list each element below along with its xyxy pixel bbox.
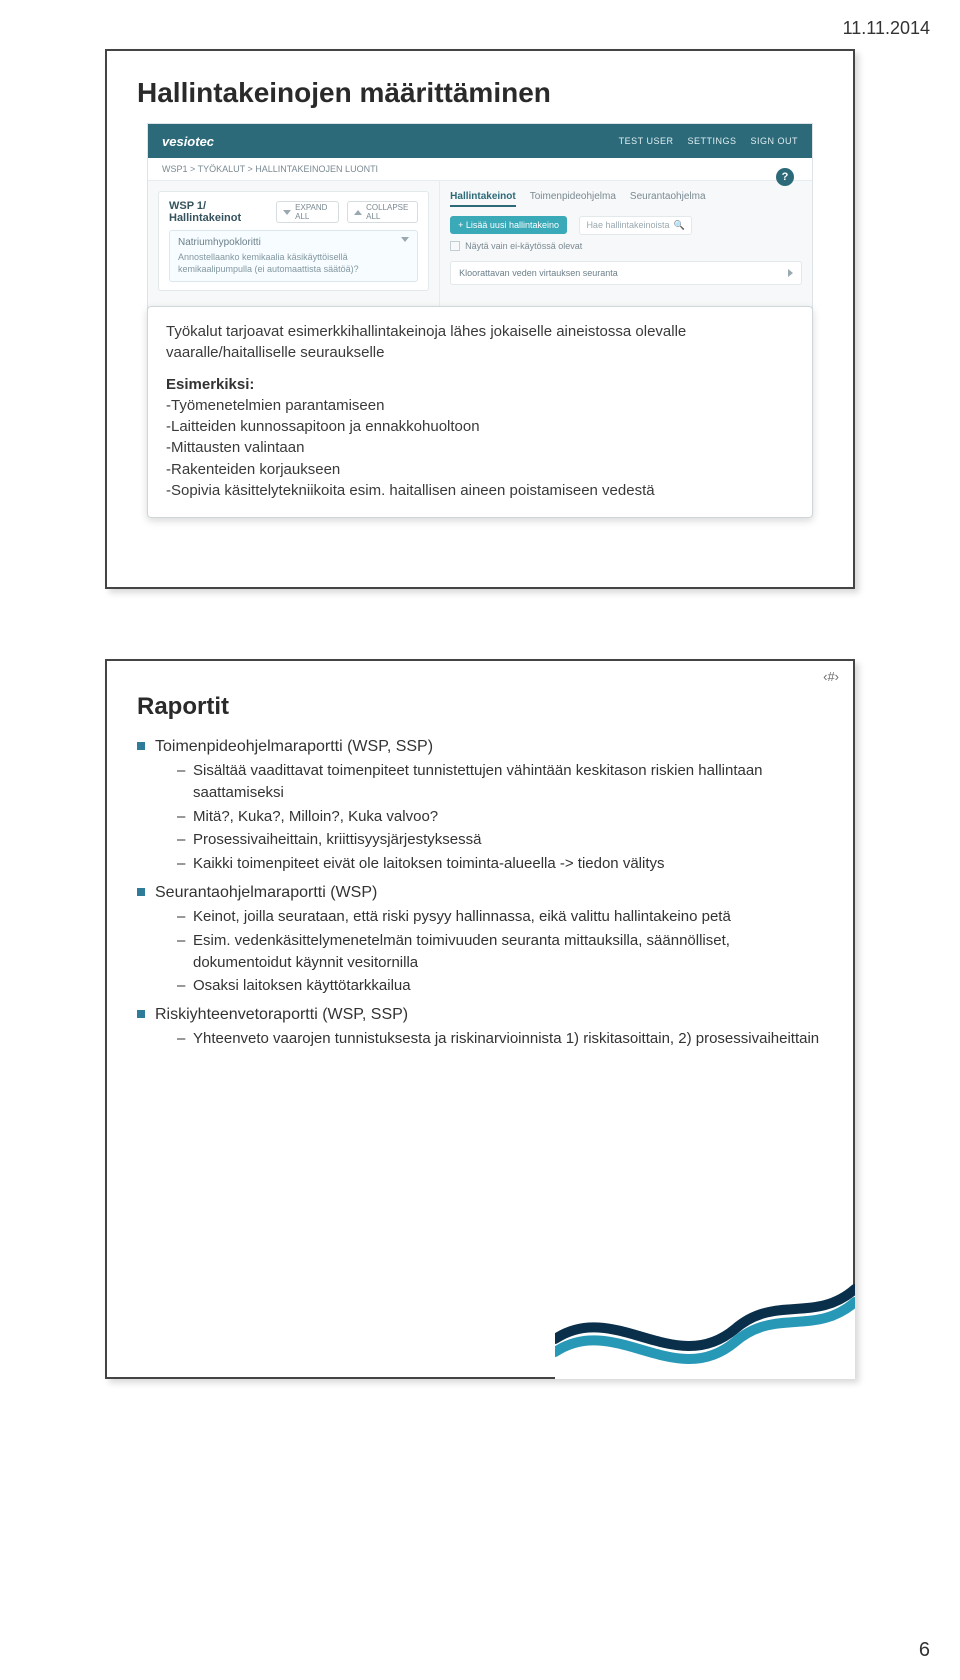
sub-item: Prosessivaiheittain, kriittisyysjärjesty…: [177, 829, 823, 851]
sub-item: Sisältää vaadittavat toimenpiteet tunnis…: [177, 760, 823, 804]
chevron-down-icon: [283, 210, 291, 215]
collapse-all-button[interactable]: COLLAPSE ALL: [347, 201, 418, 223]
callout-head: Esimerkiksi:: [166, 376, 254, 393]
search-input[interactable]: Hae hallintakeinoista 🔍: [579, 216, 691, 235]
subcard-text: Annostellaanko kemikaalia käsikäyttöisel…: [178, 252, 409, 275]
callout-body: -Työmenetelmien parantamiseen -Laitteide…: [166, 397, 655, 499]
app-topbar-right: TEST USER SETTINGS SIGN OUT: [619, 136, 798, 146]
slide-1: Hallintakeinojen määrittäminen vesiotec …: [105, 49, 855, 589]
slide-number-placeholder: ‹#›: [823, 669, 839, 684]
subcard[interactable]: Natriumhypokloritti Annostellaanko kemik…: [169, 230, 418, 282]
card-title: WSP 1/ Hallintakeinot: [169, 200, 260, 224]
bullet-item: Riskiyhteenvetoraportti (WSP, SSP) Yhtee…: [137, 1003, 823, 1050]
tab-hallintakeinot[interactable]: Hallintakeinot: [450, 191, 516, 207]
sub-item: Keinot, joilla seurataan, että riski pys…: [177, 906, 823, 928]
tab-seurantaohjelma[interactable]: Seurantaohjelma: [630, 191, 706, 207]
slide-1-title: Hallintakeinojen määrittäminen: [137, 77, 823, 109]
subcard-title: Natriumhypokloritti: [178, 237, 409, 248]
report-list: Toimenpideohjelmaraportti (WSP, SSP) Sis…: [137, 735, 823, 1050]
breadcrumb: WSP1 > TYÖKALUT > HALLINTAKEINOJEN LUONT…: [148, 158, 812, 181]
tab-toimenpideohjelma[interactable]: Toimenpideohjelma: [530, 191, 616, 207]
wave-decoration: [555, 1269, 855, 1379]
topbar-settings[interactable]: SETTINGS: [687, 136, 736, 146]
sub-item: Yhteenveto vaarojen tunnistuksesta ja ri…: [177, 1028, 823, 1050]
sub-item: Mitä?, Kuka?, Milloin?, Kuka valvoo?: [177, 806, 823, 828]
list-item[interactable]: Kloorattavan veden virtauksen seuranta: [450, 261, 802, 285]
search-icon: 🔍: [674, 220, 685, 231]
callout-p2: Esimerkiksi: -Työmenetelmien parantamise…: [166, 374, 794, 502]
sub-item: Esim. vedenkäsittelymenetelmän toimivuud…: [177, 930, 823, 974]
page: 11.11.2014 Hallintakeinojen määrittämine…: [0, 0, 960, 1680]
tabs: Hallintakeinot Toimenpideohjelma Seurant…: [450, 191, 802, 207]
add-hallintakeino-button[interactable]: + Lisää uusi hallintakeino: [450, 216, 567, 234]
bullet-item: Seurantaohjelmaraportti (WSP) Keinot, jo…: [137, 881, 823, 997]
help-icon[interactable]: ?: [776, 168, 794, 186]
topbar-user[interactable]: TEST USER: [619, 136, 674, 146]
filter-checkbox-row[interactable]: Näytä vain ei-käytössä olevat: [450, 241, 802, 251]
header-date: 11.11.2014: [30, 18, 930, 39]
slide-2: ‹#› Raportit Toimenpideohjelmaraportti (…: [105, 659, 855, 1379]
sub-item: Kaikki toimenpiteet eivät ole laitoksen …: [177, 853, 823, 875]
topbar-signout[interactable]: SIGN OUT: [750, 136, 798, 146]
slide-2-title: Raportit: [137, 693, 823, 721]
chevron-right-icon: [788, 269, 793, 277]
app-logo: vesiotec: [162, 134, 214, 149]
bullet-item: Toimenpideohjelmaraportti (WSP, SSP) Sis…: [137, 735, 823, 875]
sub-item: Osaksi laitoksen käyttötarkkailua: [177, 975, 823, 997]
expand-all-button[interactable]: EXPAND ALL: [276, 201, 339, 223]
callout-p1: Työkalut tarjoavat esimerkkihallintakein…: [166, 321, 794, 364]
checkbox-icon[interactable]: [450, 241, 460, 251]
page-number: 6: [919, 1639, 930, 1662]
callout-box: Työkalut tarjoavat esimerkkihallintakein…: [147, 306, 813, 518]
chevron-down-icon: [401, 237, 409, 242]
chevron-down-icon: [354, 210, 362, 215]
checkbox-label: Näytä vain ei-käytössä olevat: [465, 241, 582, 251]
app-topbar: vesiotec TEST USER SETTINGS SIGN OUT: [148, 124, 812, 158]
